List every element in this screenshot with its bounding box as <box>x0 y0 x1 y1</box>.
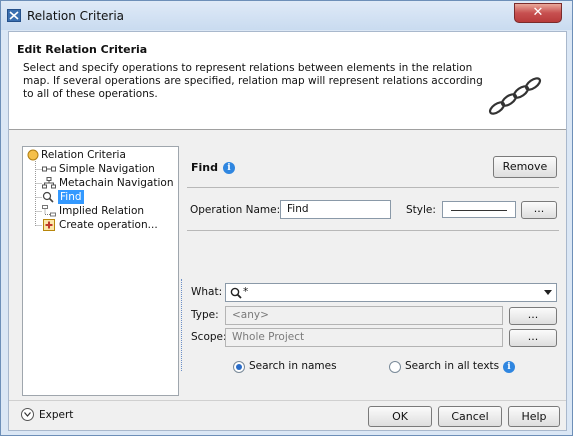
title-bar[interactable]: Relation Criteria ✕ <box>1 1 572 30</box>
tree-root-label: Relation Criteria <box>41 149 126 161</box>
operation-title: Find <box>191 161 218 174</box>
info-icon[interactable]: i <box>503 361 515 373</box>
chevron-down-icon[interactable] <box>544 290 552 295</box>
find-icon <box>42 191 54 203</box>
tree-item-label: Create operation... <box>59 219 158 231</box>
metachain-icon <box>42 177 56 189</box>
tree-item-implied-relation[interactable]: Implied Relation <box>42 204 177 218</box>
type-field[interactable]: <any> <box>225 306 503 325</box>
remove-button[interactable]: Remove <box>493 156 557 178</box>
header-description: Select and specify operations to represe… <box>23 62 483 100</box>
expert-label[interactable]: Expert <box>39 409 73 421</box>
scope-label: Scope: <box>191 331 227 343</box>
search-in-names-radio[interactable] <box>233 361 245 373</box>
simple-navigation-icon <box>42 166 56 172</box>
scope-browse-button[interactable]: ... <box>509 329 557 347</box>
operation-name-input[interactable]: Find <box>280 200 391 219</box>
tree-item-simple-navigation[interactable]: Simple Navigation <box>42 162 177 176</box>
dialog-window: Relation Criteria ✕ Edit Relation Criter… <box>0 0 573 436</box>
what-combobox[interactable]: * <box>225 283 557 302</box>
search-in-all-texts-radio[interactable] <box>389 361 401 373</box>
header-title: Edit Relation Criteria <box>17 43 148 56</box>
dialog-header: Edit Relation Criteria Select and specif… <box>9 32 566 130</box>
tree-item-label: Find <box>58 190 84 204</box>
add-icon <box>43 219 55 231</box>
ok-button[interactable]: OK <box>368 406 432 427</box>
operations-tree[interactable]: Relation Criteria Simple Navigation Meta… <box>22 146 179 396</box>
style-line-preview <box>451 210 507 211</box>
search-icon <box>230 287 242 299</box>
dialog-body: Edit Relation Criteria Select and specif… <box>8 31 567 431</box>
style-swatch[interactable] <box>442 201 516 218</box>
style-browse-button[interactable]: ... <box>521 201 557 219</box>
tree-item-label: Metachain Navigation <box>59 177 174 189</box>
type-label: Type: <box>191 309 219 321</box>
type-browse-button[interactable]: ... <box>509 307 557 325</box>
divider <box>187 230 559 231</box>
scope-field[interactable]: Whole Project <box>225 328 503 347</box>
tree-item-find[interactable]: Find <box>42 190 177 204</box>
window-title: Relation Criteria <box>27 9 125 23</box>
tree-item-metachain-navigation[interactable]: Metachain Navigation <box>42 176 177 190</box>
group-marker <box>181 279 182 371</box>
folder-icon <box>27 149 39 161</box>
tree-item-label: Implied Relation <box>59 205 145 217</box>
tree-item-create-operation[interactable]: Create operation... <box>42 218 177 232</box>
close-icon: ✕ <box>532 5 544 20</box>
expert-toggle[interactable] <box>21 408 34 421</box>
tree-root[interactable]: Relation Criteria <box>27 148 177 162</box>
style-label: Style: <box>406 204 436 216</box>
what-label: What: <box>191 286 223 298</box>
cancel-button[interactable]: Cancel <box>438 406 502 427</box>
tree-item-label: Simple Navigation <box>59 163 155 175</box>
what-value: * <box>243 286 249 298</box>
operation-name-label: Operation Name: <box>190 204 281 216</box>
implied-relation-icon <box>42 205 56 217</box>
divider <box>187 187 559 188</box>
chevron-down-icon <box>24 412 31 417</box>
search-in-names-label[interactable]: Search in names <box>249 360 337 372</box>
app-icon <box>7 9 21 22</box>
search-in-all-texts-label[interactable]: Search in all texts <box>405 360 499 372</box>
chain-icon <box>488 77 542 115</box>
footer-divider <box>9 400 566 401</box>
operation-editor: Find i Remove Operation Name: Find Style… <box>179 146 565 396</box>
close-button[interactable]: ✕ <box>514 3 562 23</box>
help-button[interactable]: Help <box>508 406 560 427</box>
info-icon[interactable]: i <box>223 162 235 174</box>
